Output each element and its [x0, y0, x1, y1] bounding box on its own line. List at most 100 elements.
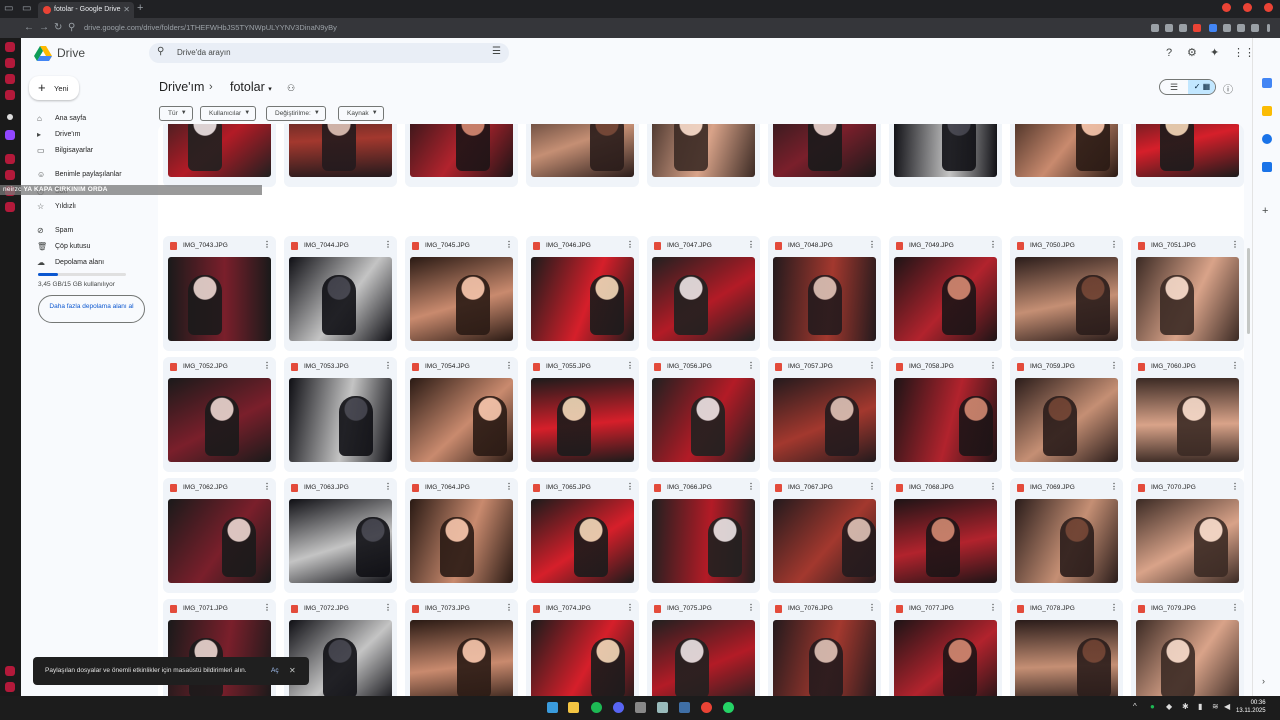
photo-thumbnail[interactable] — [531, 499, 634, 583]
file-card[interactable]: IMG_7057.JPG ⋮ — [768, 357, 881, 472]
file-explorer-icon[interactable] — [568, 702, 579, 713]
file-card[interactable]: IMG_7067.JPG ⋮ — [768, 478, 881, 593]
more-actions-icon[interactable]: ⋮ — [868, 482, 876, 492]
file-card[interactable]: IMG_7069.JPG ⋮ — [1010, 478, 1123, 593]
photo-thumbnail[interactable] — [1136, 257, 1239, 341]
search-input[interactable]: Drive'da arayın — [177, 48, 231, 57]
app-icon-7[interactable] — [5, 154, 15, 164]
photo-thumbnail[interactable] — [531, 378, 634, 462]
file-card[interactable]: IMG_7075.JPG ⋮ — [647, 599, 760, 696]
drive-brand[interactable]: Drive — [57, 46, 85, 60]
more-actions-icon[interactable]: ⋮ — [747, 482, 755, 492]
forward-icon[interactable]: → — [39, 22, 49, 33]
photo-thumbnail[interactable] — [894, 124, 997, 177]
file-card-partial[interactable] — [405, 124, 518, 187]
tab-search-icon[interactable]: ▭ — [22, 3, 31, 14]
file-card-partial[interactable] — [284, 124, 397, 187]
photo-thumbnail[interactable] — [773, 378, 876, 462]
drive-logo-icon[interactable] — [34, 46, 52, 62]
file-card[interactable]: IMG_7048.JPG ⋮ — [768, 236, 881, 351]
more-actions-icon[interactable]: ⋮ — [263, 240, 271, 250]
new-tab-button[interactable]: + — [137, 2, 143, 14]
photo-thumbnail[interactable] — [1015, 378, 1118, 462]
photo-thumbnail[interactable] — [773, 620, 876, 696]
tray-icon-2[interactable]: ◆ — [1166, 702, 1172, 711]
photo-thumbnail[interactable] — [773, 499, 876, 583]
more-actions-icon[interactable]: ⋮ — [868, 603, 876, 613]
file-card[interactable]: IMG_7056.JPG ⋮ — [647, 357, 760, 472]
extension-icon-3[interactable] — [1179, 24, 1187, 32]
discord-icon[interactable] — [613, 702, 624, 713]
photo-thumbnail[interactable] — [168, 499, 271, 583]
photo-thumbnail[interactable] — [168, 257, 271, 341]
storage-usage-text[interactable]: 3,45 GB/15 GB kullanılıyor — [38, 281, 115, 288]
add-addon-icon[interactable]: + — [1262, 206, 1272, 217]
file-card[interactable]: IMG_7058.JPG ⋮ — [889, 357, 1002, 472]
extension-icon-6[interactable] — [1223, 24, 1231, 32]
file-card[interactable]: IMG_7043.JPG ⋮ — [163, 236, 276, 351]
settings-gear-icon[interactable]: ⚙ — [1187, 47, 1197, 59]
file-card[interactable]: IMG_7064.JPG ⋮ — [405, 478, 518, 593]
sidebar-item-6[interactable]: ⊘ Spam — [33, 224, 153, 238]
site-info-icon[interactable]: ⚲ — [68, 22, 75, 33]
more-actions-icon[interactable]: ⋮ — [263, 603, 271, 613]
file-card[interactable]: IMG_7050.JPG ⋮ — [1010, 236, 1123, 351]
browser-menu-icon[interactable]: ▭ — [4, 3, 13, 14]
more-actions-icon[interactable]: ⋮ — [868, 240, 876, 250]
sidebar-item-2[interactable]: ▭ Bilgisayarlar — [33, 144, 153, 158]
more-actions-icon[interactable]: ⋮ — [1231, 603, 1239, 613]
file-card[interactable]: IMG_7063.JPG ⋮ — [284, 478, 397, 593]
taskbar-clock[interactable]: 00:36 13.11.2025 — [1236, 699, 1266, 715]
search-icon[interactable]: ⚲ — [157, 46, 164, 57]
file-card[interactable]: IMG_7079.JPG ⋮ — [1131, 599, 1244, 696]
keep-icon[interactable] — [1262, 106, 1272, 116]
photo-thumbnail[interactable] — [894, 620, 997, 696]
more-actions-icon[interactable]: ⋮ — [384, 603, 392, 613]
app-icon-2[interactable] — [5, 58, 15, 68]
file-card[interactable]: IMG_7047.JPG ⋮ — [647, 236, 760, 351]
photo-thumbnail[interactable] — [652, 124, 755, 177]
more-actions-icon[interactable]: ⋮ — [1231, 240, 1239, 250]
app-icon-4[interactable] — [5, 90, 15, 100]
photo-thumbnail[interactable] — [289, 257, 392, 341]
photo-thumbnail[interactable] — [531, 620, 634, 696]
steam-icon[interactable] — [679, 702, 690, 713]
breadcrumb-folder[interactable]: fotolar ▾ — [230, 80, 272, 94]
photo-thumbnail[interactable] — [410, 620, 513, 696]
more-actions-icon[interactable]: ⋮ — [1110, 240, 1118, 250]
folder-share-icon[interactable]: ⚇ — [287, 83, 295, 94]
spotify-icon[interactable] — [591, 702, 602, 713]
app-icon-8[interactable] — [5, 170, 15, 180]
app-taskbar-icon[interactable] — [635, 702, 646, 713]
photo-thumbnail[interactable] — [652, 499, 755, 583]
file-card[interactable]: IMG_7065.JPG ⋮ — [526, 478, 639, 593]
filter-chip-2[interactable]: Değiştirilme: ▼ — [266, 106, 326, 121]
gemini-sparkle-icon[interactable]: ✦ — [1210, 47, 1219, 59]
file-card[interactable]: IMG_7078.JPG ⋮ — [1010, 599, 1123, 696]
file-card-partial[interactable] — [526, 124, 639, 187]
file-card-partial[interactable] — [163, 124, 276, 187]
volume-icon[interactable]: ◀ — [1224, 702, 1230, 711]
photo-thumbnail[interactable] — [289, 499, 392, 583]
file-card[interactable]: IMG_7044.JPG ⋮ — [284, 236, 397, 351]
app-icon-11[interactable] — [5, 666, 15, 676]
whatsapp-icon[interactable] — [723, 702, 734, 713]
photo-thumbnail[interactable] — [652, 620, 755, 696]
window-minimize-button[interactable] — [1222, 3, 1231, 12]
more-actions-icon[interactable]: ⋮ — [626, 603, 634, 613]
photo-thumbnail[interactable] — [1015, 620, 1118, 696]
list-view-icon[interactable]: ☰ — [1160, 80, 1188, 94]
sidebar-item-1[interactable]: ▸ Drive'ım — [33, 128, 153, 142]
extension-icon-5[interactable] — [1209, 24, 1217, 32]
file-card-partial[interactable] — [647, 124, 760, 187]
new-button[interactable]: + Yeni — [29, 76, 79, 100]
photo-thumbnail[interactable] — [773, 257, 876, 341]
more-actions-icon[interactable]: ⋮ — [747, 240, 755, 250]
file-card[interactable]: IMG_7076.JPG ⋮ — [768, 599, 881, 696]
wifi-icon[interactable]: ≋ — [1212, 702, 1219, 711]
url-field[interactable]: drive.google.com/drive/folders/1THEFWHbJ… — [76, 21, 1136, 35]
more-actions-icon[interactable]: ⋮ — [1110, 482, 1118, 492]
apps-grid-icon[interactable]: ⋮⋮ — [1233, 47, 1252, 59]
photo-thumbnail[interactable] — [894, 257, 997, 341]
help-icon[interactable]: ? — [1166, 47, 1172, 59]
